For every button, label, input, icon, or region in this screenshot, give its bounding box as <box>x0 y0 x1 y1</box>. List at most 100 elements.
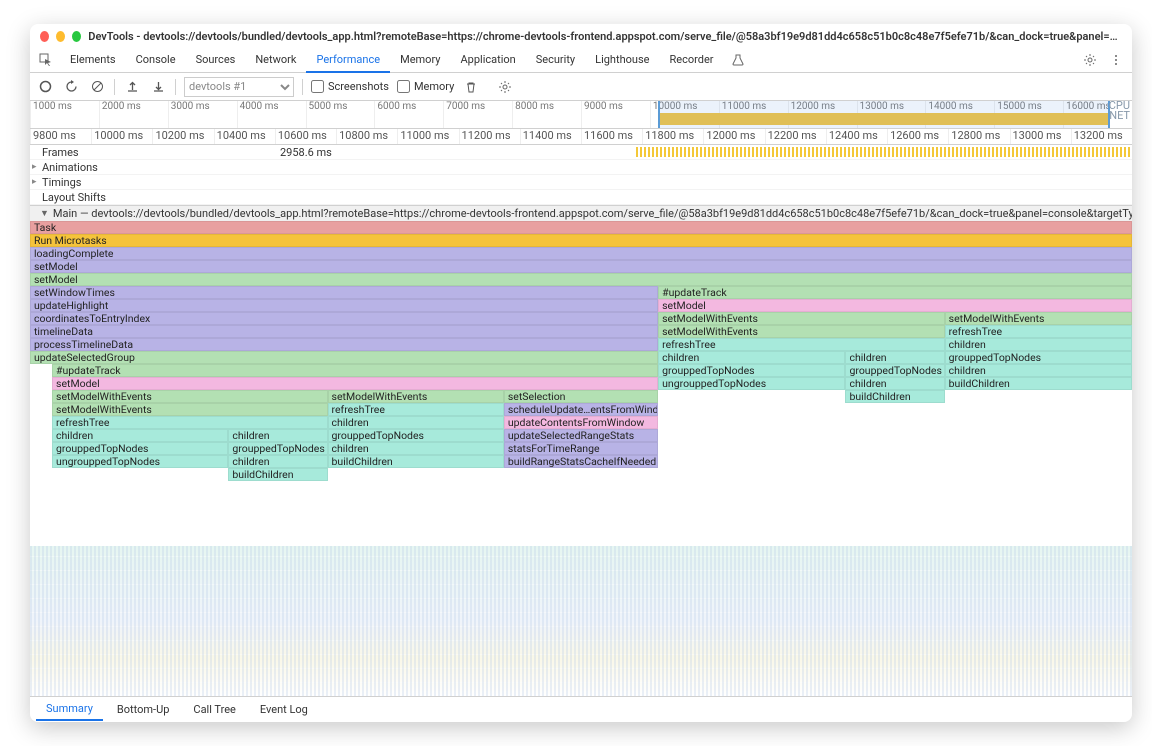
main-thread-header[interactable]: ▼ Main — devtools://devtools/bundled/dev… <box>30 206 1132 221</box>
flame-bar[interactable]: processTimelineData <box>30 338 658 351</box>
flame-bar[interactable]: grouppedTopNodes <box>845 364 944 377</box>
flame-bar[interactable]: setModel <box>30 260 1132 273</box>
flame-bar[interactable]: buildRangeStatsCacheIfNeeded <box>504 455 658 468</box>
flame-bar[interactable]: setModelWithEvents <box>658 312 945 325</box>
flame-bar[interactable]: grouppedTopNodes <box>945 351 1132 364</box>
tab-sources[interactable]: Sources <box>186 48 246 71</box>
tab-performance[interactable]: Performance <box>306 48 390 73</box>
frames-strips <box>636 147 1132 157</box>
zoom-window-icon[interactable] <box>72 31 81 42</box>
flame-bar[interactable]: children <box>845 351 944 364</box>
flame-bar[interactable]: scheduleUpdate…entsFromWindow <box>504 403 658 416</box>
track-timings[interactable]: ▸Timings <box>30 175 1132 190</box>
flame-bar[interactable]: children <box>945 364 1132 377</box>
flame-bar[interactable]: ungrouppedTopNodes <box>52 455 228 468</box>
flame-bar[interactable]: refreshTree <box>328 403 504 416</box>
flame-bar[interactable]: setModelWithEvents <box>52 390 328 403</box>
experiments-icon[interactable] <box>726 49 750 71</box>
flame-bar[interactable]: setModelWithEvents <box>945 312 1132 325</box>
flame-bar[interactable]: children <box>228 429 327 442</box>
flame-bar[interactable]: children <box>658 351 845 364</box>
flame-bar[interactable]: grouppedTopNodes <box>328 429 504 442</box>
time-ruler[interactable]: 9800 ms10000 ms10200 ms10400 ms10600 ms1… <box>30 129 1132 145</box>
flame-bar[interactable]: children <box>328 442 504 455</box>
timeline-overview[interactable]: 1000 ms2000 ms3000 ms4000 ms5000 ms6000 … <box>30 101 1132 129</box>
flame-bar[interactable]: buildChildren <box>845 390 944 403</box>
screenshots-checkbox[interactable]: Screenshots <box>311 80 389 93</box>
clear-icon[interactable] <box>88 78 106 96</box>
more-icon[interactable] <box>1104 49 1128 71</box>
flame-bar[interactable]: refreshTree <box>945 325 1132 338</box>
tab-application[interactable]: Application <box>450 48 525 71</box>
flame-bar[interactable]: timelineData <box>30 325 658 338</box>
bottom-tab-summary[interactable]: Summary <box>36 698 103 721</box>
chevron-right-icon: ▸ <box>32 177 37 187</box>
flame-bar[interactable]: updateSelectedGroup <box>30 351 658 364</box>
bottom-tab-call-tree[interactable]: Call Tree <box>183 699 245 720</box>
mac-traffic-lights: DevTools - devtools://devtools/bundled/d… <box>30 24 1132 47</box>
flame-bar[interactable]: children <box>945 338 1132 351</box>
track-animations[interactable]: ▸Animations <box>30 160 1132 175</box>
tab-security[interactable]: Security <box>526 48 585 71</box>
tab-lighthouse[interactable]: Lighthouse <box>585 48 659 71</box>
flame-chart[interactable]: TaskRun MicrotasksloadingCompletesetMode… <box>30 221 1132 696</box>
tab-memory[interactable]: Memory <box>390 48 450 71</box>
flame-bar[interactable]: children <box>52 429 228 442</box>
flame-bar[interactable]: grouppedTopNodes <box>52 442 228 455</box>
flame-bar[interactable]: children <box>328 416 504 429</box>
bottom-tab-event-log[interactable]: Event Log <box>250 699 318 720</box>
reload-icon[interactable] <box>62 78 80 96</box>
flame-bar[interactable]: refreshTree <box>52 416 328 429</box>
window-title: DevTools - devtools://devtools/bundled/d… <box>88 30 1122 43</box>
gear-icon[interactable] <box>496 78 514 96</box>
tab-console[interactable]: Console <box>126 48 186 71</box>
profile-selector[interactable]: devtools #1 <box>184 77 294 97</box>
download-icon[interactable] <box>149 78 167 96</box>
record-icon[interactable] <box>36 78 54 96</box>
flame-bar[interactable]: ungrouppedTopNodes <box>658 377 845 390</box>
flame-bar[interactable]: coordinatesToEntryIndex <box>30 312 658 325</box>
flame-bar[interactable]: setWindowTimes <box>30 286 658 299</box>
flame-bar[interactable]: grouppedTopNodes <box>228 442 327 455</box>
flame-bar[interactable]: updateSelectedRangeStats <box>504 429 658 442</box>
devtools-tabbar: ElementsConsoleSourcesNetworkPerformance… <box>30 47 1132 73</box>
flame-bar[interactable]: updateHighlight <box>30 299 658 312</box>
flame-bar[interactable]: children <box>845 377 944 390</box>
memory-checkbox[interactable]: Memory <box>397 80 454 93</box>
flame-bar[interactable]: children <box>228 455 327 468</box>
minimize-window-icon[interactable] <box>56 31 65 42</box>
tab-network[interactable]: Network <box>245 48 306 71</box>
track-frames[interactable]: Frames2958.6 ms <box>30 145 1132 160</box>
flame-bar[interactable]: updateContentsFromWindow <box>504 416 658 429</box>
flame-bar[interactable]: statsForTimeRange <box>504 442 658 455</box>
flame-bar[interactable]: buildChildren <box>945 377 1132 390</box>
tab-elements[interactable]: Elements <box>60 48 126 71</box>
flame-bar[interactable]: setSelection <box>504 390 658 403</box>
flame-bar[interactable]: #updateTrack <box>52 364 658 377</box>
flame-bar[interactable]: setModel <box>52 377 658 390</box>
trash-icon[interactable] <box>462 78 480 96</box>
upload-icon[interactable] <box>123 78 141 96</box>
flame-bar[interactable]: refreshTree <box>658 338 945 351</box>
tab-recorder[interactable]: Recorder <box>659 48 723 71</box>
flame-bar[interactable]: loadingComplete <box>30 247 1132 260</box>
overview-selection[interactable] <box>658 101 1110 128</box>
track-layout-shifts[interactable]: Layout Shifts <box>30 190 1132 205</box>
flame-bar[interactable]: setModel <box>658 299 1132 312</box>
track-section: Frames2958.6 ms▸Animations▸TimingsLayout… <box>30 145 1132 206</box>
gear-icon[interactable] <box>1078 49 1102 71</box>
flame-bar[interactable]: setModelWithEvents <box>328 390 504 403</box>
flame-bar[interactable]: #updateTrack <box>658 286 1132 299</box>
inspect-icon[interactable] <box>34 49 58 71</box>
flame-bar[interactable]: buildChildren <box>328 455 504 468</box>
flame-bar[interactable]: grouppedTopNodes <box>658 364 845 377</box>
flame-bar[interactable]: Run Microtasks <box>30 234 1132 247</box>
chevron-down-icon: ▼ <box>40 208 49 219</box>
flame-bar[interactable]: setModel <box>30 273 1132 286</box>
flame-bar[interactable]: buildChildren <box>228 468 327 481</box>
flame-bar[interactable]: setModelWithEvents <box>658 325 945 338</box>
close-window-icon[interactable] <box>40 31 49 42</box>
flame-bar[interactable]: setModelWithEvents <box>52 403 328 416</box>
flame-bar[interactable]: Task <box>30 221 1132 234</box>
bottom-tab-bottom-up[interactable]: Bottom-Up <box>107 699 180 720</box>
